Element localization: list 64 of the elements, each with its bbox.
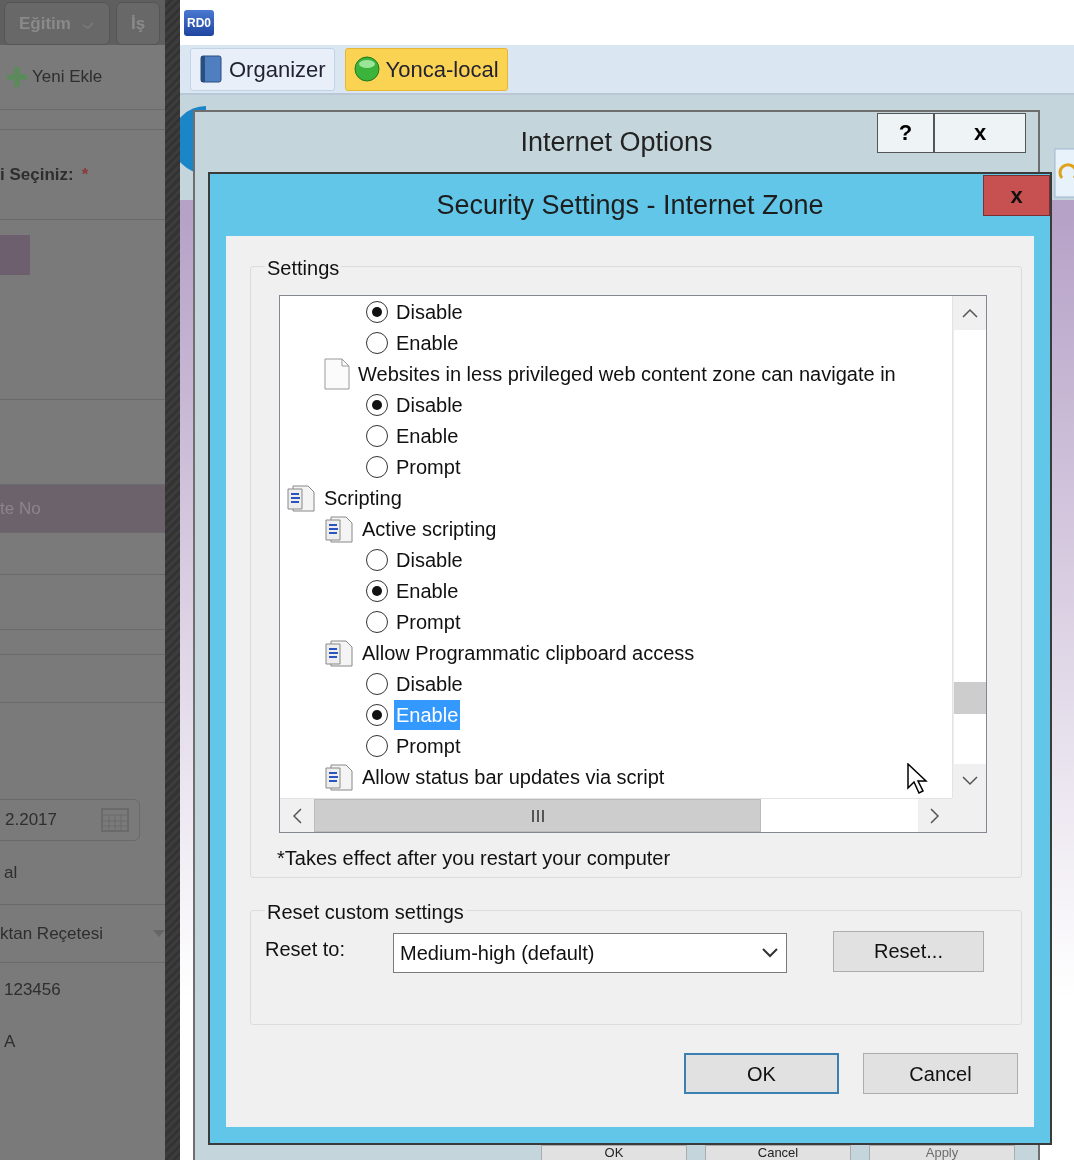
status-icon <box>353 56 380 82</box>
option-label[interactable]: Disable <box>396 544 463 575</box>
setting-label[interactable]: Websites in less privileged web content zone can navigate in <box>358 358 896 389</box>
caret-icon <box>153 929 165 938</box>
settings-tree[interactable] <box>279 295 987 833</box>
radio-button[interactable] <box>366 424 388 447</box>
dialog-button[interactable]: OK <box>541 1145 687 1160</box>
book-icon <box>199 55 223 83</box>
dialog-title: Security Settings - Internet Zone <box>436 188 824 222</box>
radio-button[interactable] <box>366 610 388 633</box>
grip-icon <box>530 809 545 822</box>
help-button[interactable]: ? <box>877 113 934 153</box>
script-icon <box>324 637 354 668</box>
app-tab[interactable]: Yonca-local <box>344 47 508 91</box>
dialog-button[interactable]: Cancel <box>863 1053 1018 1094</box>
radio-button[interactable] <box>366 331 388 354</box>
app-logo: RD0 <box>184 9 214 36</box>
script-icon <box>286 482 316 513</box>
option-label[interactable]: Enable <box>396 575 459 606</box>
text: A <box>4 1031 16 1054</box>
caret-icon <box>762 947 778 959</box>
close-button[interactable]: x <box>934 113 1026 153</box>
reset-button[interactable]: Reset... <box>833 930 984 972</box>
setting-label[interactable]: Active scripting <box>362 513 497 544</box>
option-label[interactable]: Prompt <box>396 606 461 637</box>
script-icon <box>324 513 354 544</box>
required-mark: * <box>81 163 89 186</box>
setting-label[interactable]: Allow status bar updates via script <box>362 761 665 792</box>
horizontal-scrollbar[interactable] <box>280 798 952 832</box>
field-label: i Seçiniz: <box>0 163 74 186</box>
scroll-thumb[interactable] <box>314 799 761 832</box>
radio-button[interactable] <box>366 300 388 323</box>
scroll-thumb[interactable] <box>954 682 986 714</box>
radio-button[interactable] <box>366 393 388 416</box>
option-label[interactable]: Prompt <box>396 730 461 761</box>
script-icon <box>324 761 354 792</box>
reset-dropdown[interactable]: Medium-high (default) <box>393 933 787 973</box>
number-text: 123456 <box>4 979 61 1002</box>
app-tab[interactable]: Organizer <box>190 47 335 91</box>
option-label[interactable]: Disable <box>396 389 463 420</box>
option-label[interactable]: Disable <box>396 668 463 699</box>
radio-button[interactable] <box>366 455 388 478</box>
note-text: *Takes effect after you restart your computer <box>277 846 672 871</box>
setting-label[interactable]: Allow Programmatic clipboard access <box>362 637 695 668</box>
field-label: Reset to: <box>265 937 347 962</box>
close-button[interactable]: x <box>983 175 1050 216</box>
radio-button[interactable] <box>366 579 388 602</box>
plus-icon <box>6 66 28 88</box>
dialog-button[interactable]: Cancel <box>705 1145 851 1160</box>
radio-button[interactable] <box>366 703 388 726</box>
page-icon <box>324 357 350 390</box>
option-label[interactable]: Disable <box>396 296 463 327</box>
dialog-button[interactable]: OK <box>684 1053 839 1094</box>
vertical-scrollbar[interactable] <box>952 296 986 798</box>
text: al <box>4 861 18 884</box>
radio-button[interactable] <box>366 734 388 757</box>
category-label[interactable]: Scripting <box>324 482 402 513</box>
option-label[interactable]: Enable <box>396 420 459 451</box>
option-label[interactable]: Enable <box>396 327 459 358</box>
option-label[interactable]: Prompt <box>396 451 461 482</box>
cursor-icon <box>907 763 929 795</box>
radio-button[interactable] <box>366 548 388 571</box>
window-title: Internet Options <box>520 125 713 159</box>
radio-button[interactable] <box>366 672 388 695</box>
